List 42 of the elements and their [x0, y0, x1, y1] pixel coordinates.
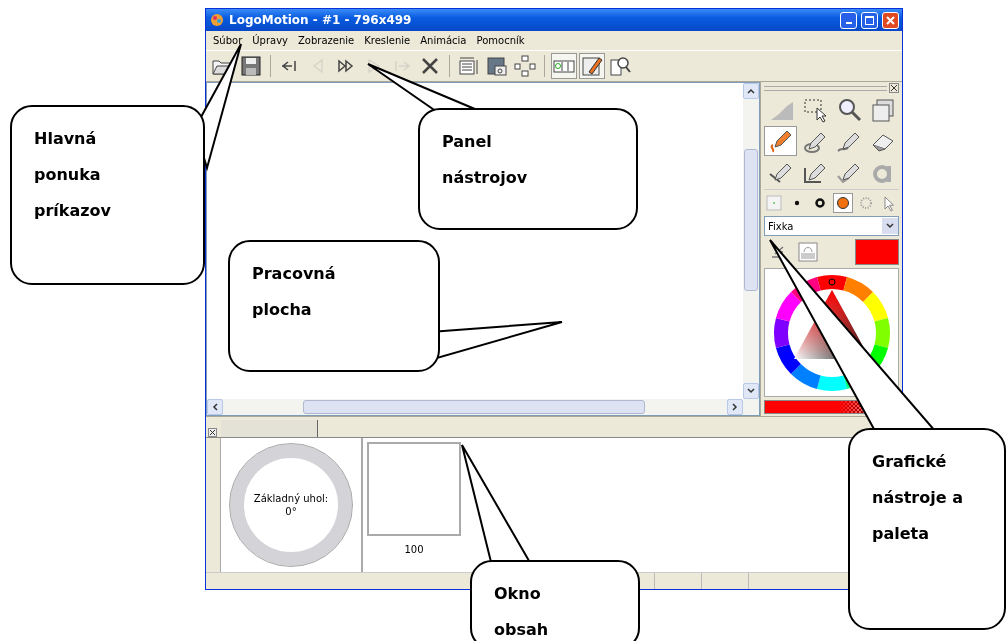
menu-item[interactable]: Súbor — [209, 33, 247, 48]
menu-item[interactable]: Úpravy — [248, 33, 292, 48]
transform-icon — [513, 54, 537, 78]
color-swatch[interactable] — [855, 239, 899, 265]
callout-text: Pracovná plocha — [252, 263, 337, 321]
callout-text: Panel nástrojov — [442, 131, 529, 189]
menu-item[interactable]: Kreslenie — [360, 33, 415, 48]
frame-thumbnail[interactable] — [367, 442, 461, 536]
frame-size-icon — [457, 54, 481, 78]
menu-item[interactable]: Animácia — [416, 33, 471, 48]
spray-icon — [857, 194, 875, 212]
brush-option[interactable] — [833, 193, 853, 213]
zoom-preview-icon — [608, 54, 632, 78]
window-title: LogoMotion - #1 - 796x499 — [229, 13, 413, 27]
pencil-icon — [580, 54, 604, 78]
paint-tool[interactable] — [764, 126, 797, 156]
horizontal-scrollbar[interactable] — [207, 399, 759, 415]
menu-item[interactable]: Pomocník — [472, 33, 529, 48]
circle-icon — [834, 194, 852, 212]
caret-icon — [886, 223, 894, 229]
toolbar-button[interactable] — [579, 53, 605, 79]
angle-value: 0° — [285, 506, 297, 517]
menu-item[interactable]: Zobrazenie — [294, 33, 359, 48]
vertical-scrollbar[interactable] — [743, 83, 759, 399]
image-icon — [485, 54, 509, 78]
maximize-icon — [865, 15, 874, 25]
frame-caption: 100 — [404, 544, 424, 555]
close-icon — [886, 15, 895, 25]
callout-text: Hlavná ponuka príkazov — [34, 128, 112, 222]
app-icon — [209, 12, 225, 28]
close-button[interactable] — [882, 11, 899, 29]
brush-dropdown[interactable]: Fixka — [764, 216, 899, 236]
minimize-icon — [845, 21, 852, 24]
close-icon[interactable] — [889, 83, 899, 93]
angle-label: Základný uhol: — [253, 493, 329, 504]
callout-text: Okno obsah — [494, 583, 550, 641]
callout-text: Grafické nástroje a paleta — [872, 451, 964, 545]
toolbar-button[interactable] — [238, 53, 264, 79]
minimize-button[interactable] — [840, 11, 857, 29]
maximize-button[interactable] — [861, 11, 878, 29]
angle-dial[interactable]: Základný uhol: 0° — [230, 444, 352, 566]
close-icon[interactable] — [208, 428, 217, 437]
